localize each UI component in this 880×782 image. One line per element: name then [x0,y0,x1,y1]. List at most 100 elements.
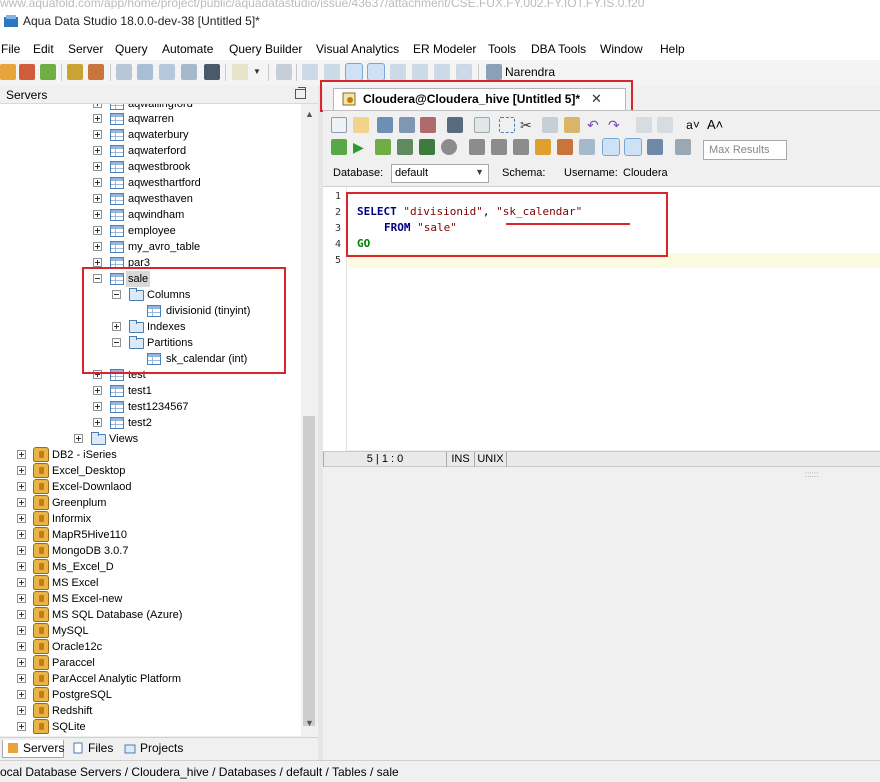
database-select[interactable]: default ▼ [391,164,489,183]
menu-visual-analytics[interactable]: Visual Analytics [316,42,399,56]
save-icon[interactable] [377,117,393,133]
font-increase-icon[interactable]: A˄ [707,117,723,133]
tree-scrollbar[interactable]: ▲ ▼ [301,104,318,736]
table-name[interactable]: test2 [128,415,152,431]
tree-row-table[interactable]: aqwaterford [0,143,301,159]
results-options-icon[interactable] [675,139,691,155]
auto-commit-icon[interactable] [513,139,529,155]
layout-tiles-icon[interactable] [456,64,472,80]
expand-icon[interactable] [93,162,102,171]
open-file-icon[interactable] [353,117,369,133]
tree-row-table[interactable]: aqwaterbury [0,127,301,143]
menu-er-modeler[interactable]: ER Modeler [413,42,476,56]
rollback-icon[interactable] [491,139,507,155]
tab-projects[interactable]: Projects [120,740,190,758]
tree-row-server[interactable]: MySQL [0,623,301,639]
query-window-icon[interactable] [137,64,153,80]
layout-rows-icon[interactable] [412,64,428,80]
expand-icon[interactable] [93,104,102,108]
tree-row-views[interactable]: Views [0,431,301,447]
page-setup-icon[interactable] [474,117,490,133]
splitter-grip[interactable]: :::::: [805,470,818,479]
table-name[interactable]: aqwesthaven [128,191,193,207]
disconnect-icon[interactable] [88,64,104,80]
statistics-icon[interactable] [579,139,595,155]
execute-all-icon[interactable] [331,139,347,155]
expand-icon[interactable] [74,434,83,443]
query-analyzer-icon[interactable] [116,64,132,80]
save-all-icon[interactable] [420,117,436,133]
layout-selected-icon[interactable] [345,63,363,81]
menu-window[interactable]: Window [600,42,643,56]
tree-row-server[interactable]: PostgreSQL [0,687,301,703]
tree-row-server[interactable]: Excel_Desktop [0,463,301,479]
font-decrease-icon[interactable]: a˅ [685,117,701,133]
server-name[interactable]: MySQL [52,623,89,639]
user-icon[interactable] [486,64,502,80]
server-name[interactable]: MongoDB 3.0.7 [52,543,128,559]
expand-icon[interactable] [17,706,26,715]
paste-icon[interactable] [564,117,580,133]
table-name[interactable]: aqwestbrook [128,159,190,175]
menu-edit[interactable]: Edit [33,42,54,56]
menu-query-builder[interactable]: Query Builder [229,42,302,56]
expand-icon[interactable] [93,114,102,123]
server-name[interactable]: Ms_Excel_D [52,559,114,575]
server-name[interactable]: Informix [52,511,91,527]
expand-icon[interactable] [17,546,26,555]
tab-servers[interactable]: Servers [2,740,64,758]
server-name[interactable]: Excel_Desktop [52,463,125,479]
tree-row-table[interactable]: aqwesthartford [0,175,301,191]
layout-split-icon[interactable] [390,64,406,80]
tree-row-server[interactable]: ParAccel Analytic Platform [0,671,301,687]
execute-edit-icon[interactable] [397,139,413,155]
scrollbar-thumb[interactable] [303,416,315,726]
tree-row-server[interactable]: Paraccel [0,655,301,671]
tree-row-server[interactable]: MS Excel-new [0,591,301,607]
tree-row-table[interactable]: my_avro_table [0,239,301,255]
expand-icon[interactable] [93,402,102,411]
tree-row-server[interactable]: MapR5Hive110 [0,527,301,543]
explain-plan-icon[interactable] [535,139,551,155]
tree-row-table[interactable]: aqwindham [0,207,301,223]
table-name[interactable]: aqwarren [128,111,174,127]
expand-icon[interactable] [17,626,26,635]
expand-icon[interactable] [17,578,26,587]
tree-row-server[interactable]: DB2 - iSeries [0,447,301,463]
results-tree-icon[interactable] [647,139,663,155]
menu-query[interactable]: Query [115,42,148,56]
layout-table-icon[interactable] [367,63,385,81]
tree-row-server[interactable]: Excel-Downlaod [0,479,301,495]
cut-icon[interactable]: ✂ [520,117,536,133]
undo-icon[interactable]: ↶ [587,117,603,133]
print-icon[interactable] [447,117,463,133]
tree-row-server[interactable]: SQLite [0,719,301,735]
expand-icon[interactable] [93,242,102,251]
tree-row-table[interactable]: employee [0,223,301,239]
tree-row-table[interactable]: test1 [0,383,301,399]
expand-icon[interactable] [17,674,26,683]
current-user-label[interactable]: Narendra [505,65,555,79]
expand-icon[interactable] [17,722,26,731]
tree-row-server[interactable]: Informix [0,511,301,527]
expand-icon[interactable] [17,498,26,507]
table-name[interactable]: aqwesthartford [128,175,201,191]
menu-automate[interactable]: Automate [162,42,213,56]
results-text-icon[interactable] [624,138,642,156]
trace-icon[interactable] [557,139,573,155]
commit-icon[interactable] [469,139,485,155]
scroll-down-icon[interactable]: ▼ [305,718,314,728]
find-icon[interactable] [636,117,652,133]
expand-icon[interactable] [17,530,26,539]
expand-icon[interactable] [17,450,26,459]
select-all-icon[interactable] [499,117,515,133]
layout-columns-icon[interactable] [324,64,340,80]
results-grid-icon[interactable] [602,138,620,156]
menu-file[interactable]: File [1,42,20,56]
menu-dba-tools[interactable]: DBA Tools [531,42,586,56]
scroll-up-icon[interactable]: ▲ [305,109,314,119]
tree-row-server[interactable]: Ms_Excel_D [0,559,301,575]
expand-icon[interactable] [93,146,102,155]
table-name[interactable]: test1 [128,383,152,399]
unregister-server-icon[interactable] [19,64,35,80]
